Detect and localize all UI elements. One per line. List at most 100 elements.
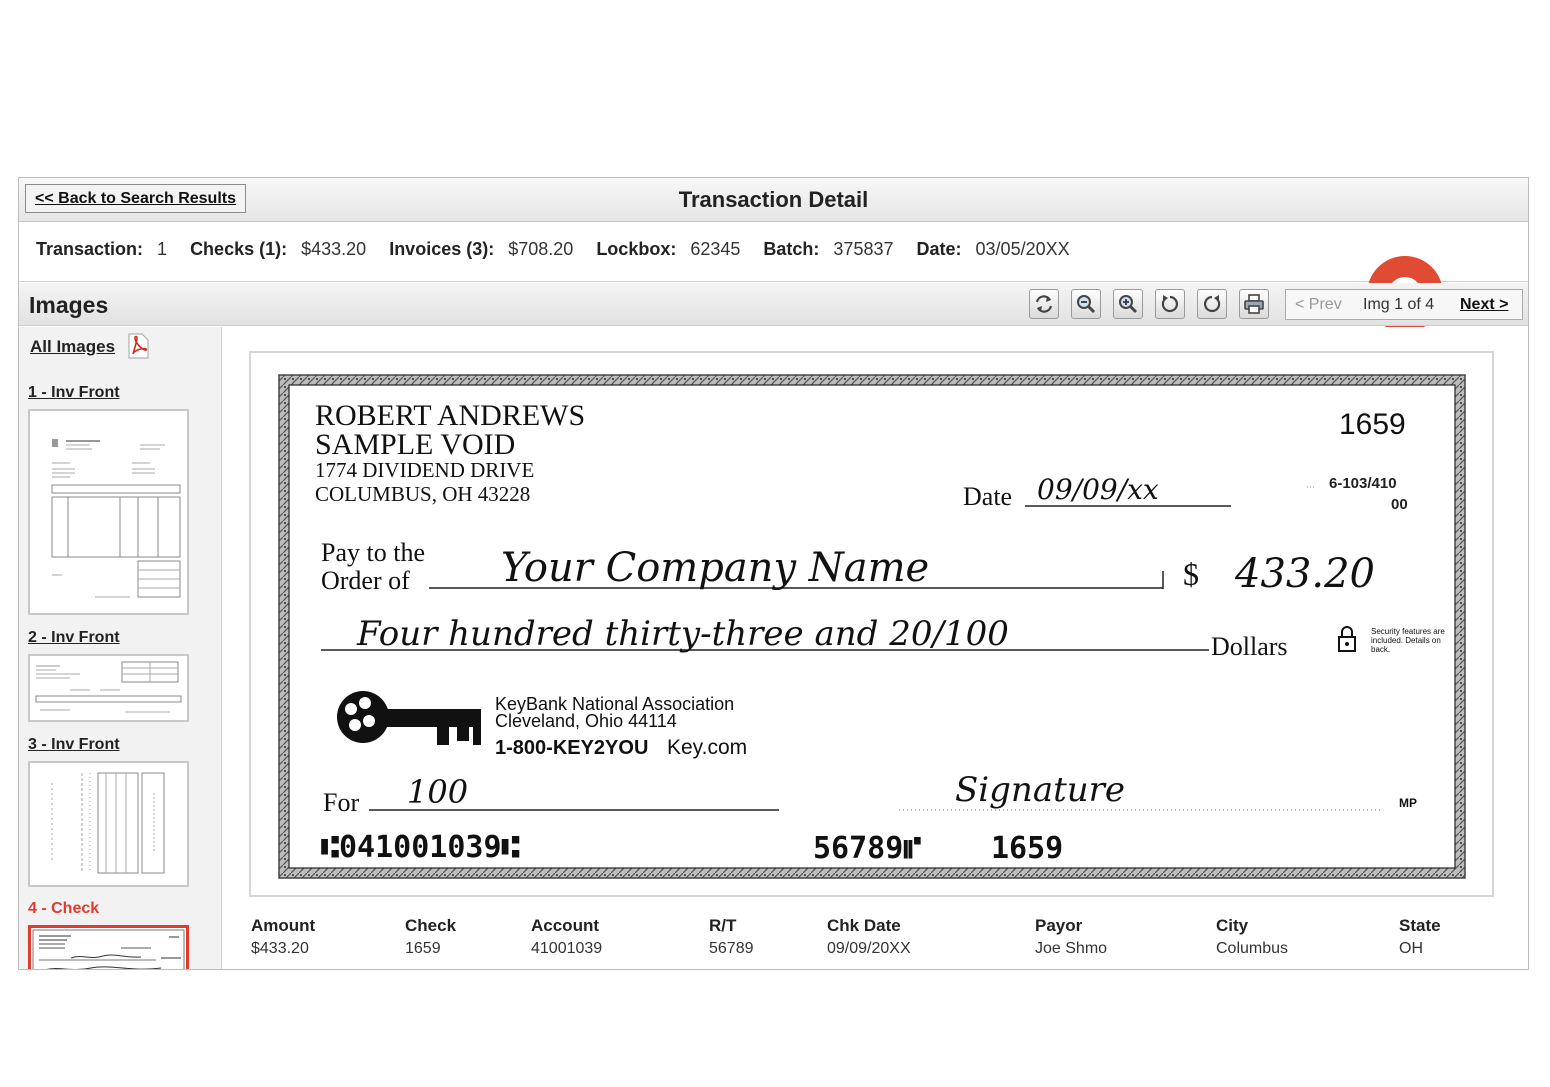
check-name-line2: SAMPLE VOID (315, 428, 515, 461)
bank-site: Key.com (667, 736, 747, 759)
dollars-label: Dollars (1211, 632, 1288, 661)
payee-name: Your Company Name (501, 545, 929, 591)
detail-value: 56789 (709, 940, 754, 957)
check-details: Amount $433.20 Check 1659 Account 410010… (223, 912, 1528, 969)
signature: Signature (955, 770, 1125, 810)
check-address1: 1774 DIVIDEND DRIVE (315, 458, 534, 482)
prev-image-button[interactable]: < Prev (1295, 296, 1342, 314)
rotate-right-button[interactable] (1197, 289, 1227, 319)
thumbnail-invoice-2[interactable] (28, 654, 189, 722)
image-count: Img 1 of 4 (1363, 296, 1435, 313)
check-date-label: Date (963, 482, 1012, 511)
pdf-icon[interactable] (125, 333, 151, 359)
refresh-icon (1035, 295, 1053, 313)
detail-state: State OH (1399, 916, 1441, 958)
routing-fraction: 6-103/410 (1329, 475, 1397, 492)
zoom-in-button[interactable] (1113, 289, 1143, 319)
page-title: Transaction Detail (678, 187, 869, 212)
detail-chk-date: Chk Date 09/09/20XX (827, 916, 911, 958)
date-label: Date: (916, 239, 962, 259)
thumbnail-sidebar: All Images 1 - Inv Front 2 - Inv Front 3… (19, 327, 222, 969)
check-amount: 433.20 (1234, 551, 1375, 597)
images-toolbar: Images < Prev Img 1 of 4 Next > (19, 283, 1528, 326)
check-date-value: 09/09/xx (1037, 473, 1159, 506)
pay-to-label-2: Order of (321, 566, 410, 595)
thumb-label-2[interactable]: 2 - Inv Front (28, 629, 120, 647)
detail-value: $433.20 (251, 940, 309, 957)
image-viewer: ROBERT ANDREWS SAMPLE VOID 1774 DIVIDEND… (223, 327, 1528, 907)
invoices-label: Invoices (3): (389, 239, 495, 259)
detail-account: Account 41001039 (531, 916, 602, 958)
detail-value: OH (1399, 940, 1423, 957)
lockbox-label: Lockbox: (596, 239, 677, 259)
transaction-detail-window: << Back to Search Results Transaction De… (18, 177, 1529, 970)
dollar-sign: $ (1183, 556, 1199, 592)
print-button[interactable] (1239, 289, 1269, 319)
image-pager: < Prev Img 1 of 4 Next > (1285, 289, 1523, 320)
invoice-thumbnail-image (51, 439, 181, 598)
detail-header: Amount (251, 916, 316, 935)
check-image: ROBERT ANDREWS SAMPLE VOID 1774 DIVIDEND… (278, 374, 1466, 879)
detail-header: Check (405, 916, 457, 935)
checks-label: Checks (1): (190, 239, 288, 259)
zoom-out-button[interactable] (1071, 289, 1101, 319)
micr-routing: ⑆041001039⑆ (321, 830, 520, 865)
transaction-value: 1 (157, 239, 168, 259)
check-number: 1659 (1339, 408, 1406, 441)
micr-check-number: 1659 (991, 831, 1063, 866)
bank-city: Cleveland, Ohio 44114 (495, 711, 677, 731)
check-image-container: ROBERT ANDREWS SAMPLE VOID 1774 DIVIDEND… (249, 351, 1494, 897)
detail-value: Columbus (1216, 940, 1289, 957)
zoom-out-icon (1077, 295, 1096, 314)
detail-header: Chk Date (827, 916, 901, 935)
refresh-button[interactable] (1029, 289, 1059, 319)
detail-check: Check 1659 (405, 916, 456, 958)
transaction-label: Transaction: (36, 239, 144, 259)
detail-header: R/T (709, 916, 737, 935)
detail-rt: R/T 56789 (709, 916, 754, 958)
detail-value: 1659 (405, 940, 441, 957)
detail-value: Joe Shmo (1035, 940, 1108, 957)
written-amount: Four hundred thirty-three and 20/100 (356, 614, 1009, 654)
invoice-thumbnail-image (51, 772, 165, 874)
thumb-label-4[interactable]: 4 - Check (28, 900, 99, 918)
thumbnail-invoice-3[interactable] (28, 761, 189, 887)
batch-label: Batch: (763, 239, 820, 259)
rotate-right-icon (1204, 295, 1221, 313)
invoice-thumbnail-image (35, 661, 182, 713)
rotate-left-button[interactable] (1155, 289, 1185, 319)
bank-phone: 1-800-KEY2YOU (495, 737, 648, 759)
thumb-label-3[interactable]: 3 - Inv Front (28, 736, 120, 754)
checks-value: $433.20 (301, 239, 367, 259)
check-thumbnail-image (32, 929, 185, 969)
print-icon (1244, 294, 1264, 314)
detail-payor: Payor Joe Shmo (1035, 916, 1107, 958)
invoices-value: $708.20 (508, 239, 574, 259)
date-value: 03/05/20XX (975, 239, 1070, 259)
detail-amount: Amount $433.20 (251, 916, 315, 958)
security-note: Security features are included. Details … (1371, 627, 1445, 654)
thumb-label-1[interactable]: 1 - Inv Front (28, 384, 120, 402)
title-bar: << Back to Search Results Transaction De… (19, 178, 1528, 222)
for-label: For (323, 788, 359, 817)
memo-value: 100 (407, 773, 468, 811)
lockbox-value: 62345 (690, 239, 741, 259)
detail-value: 09/09/20XX (827, 940, 911, 957)
pay-to-label-1: Pay to the (321, 538, 425, 567)
detail-header: State (1399, 916, 1441, 935)
detail-city: City Columbus (1216, 916, 1288, 958)
mp-mark: MP (1399, 796, 1417, 810)
check-address2: COLUMBUS, OH 43228 (315, 482, 530, 506)
next-image-button[interactable]: Next > (1460, 296, 1508, 314)
images-heading: Images (29, 292, 109, 318)
detail-header: Account (531, 916, 599, 935)
rotate-left-icon (1161, 295, 1178, 313)
all-images-link[interactable]: All Images (30, 337, 115, 357)
micr-account: 56789⑈ (813, 831, 921, 866)
transaction-summary: Transaction: 1 Checks (1): $433.20 Invoice… (19, 222, 1528, 332)
thumbnail-invoice-1[interactable] (28, 409, 189, 615)
detail-value: 41001039 (531, 940, 603, 957)
zoom-in-icon (1119, 295, 1138, 314)
detail-header: City (1216, 916, 1249, 935)
thumbnail-check-active[interactable] (28, 925, 189, 969)
